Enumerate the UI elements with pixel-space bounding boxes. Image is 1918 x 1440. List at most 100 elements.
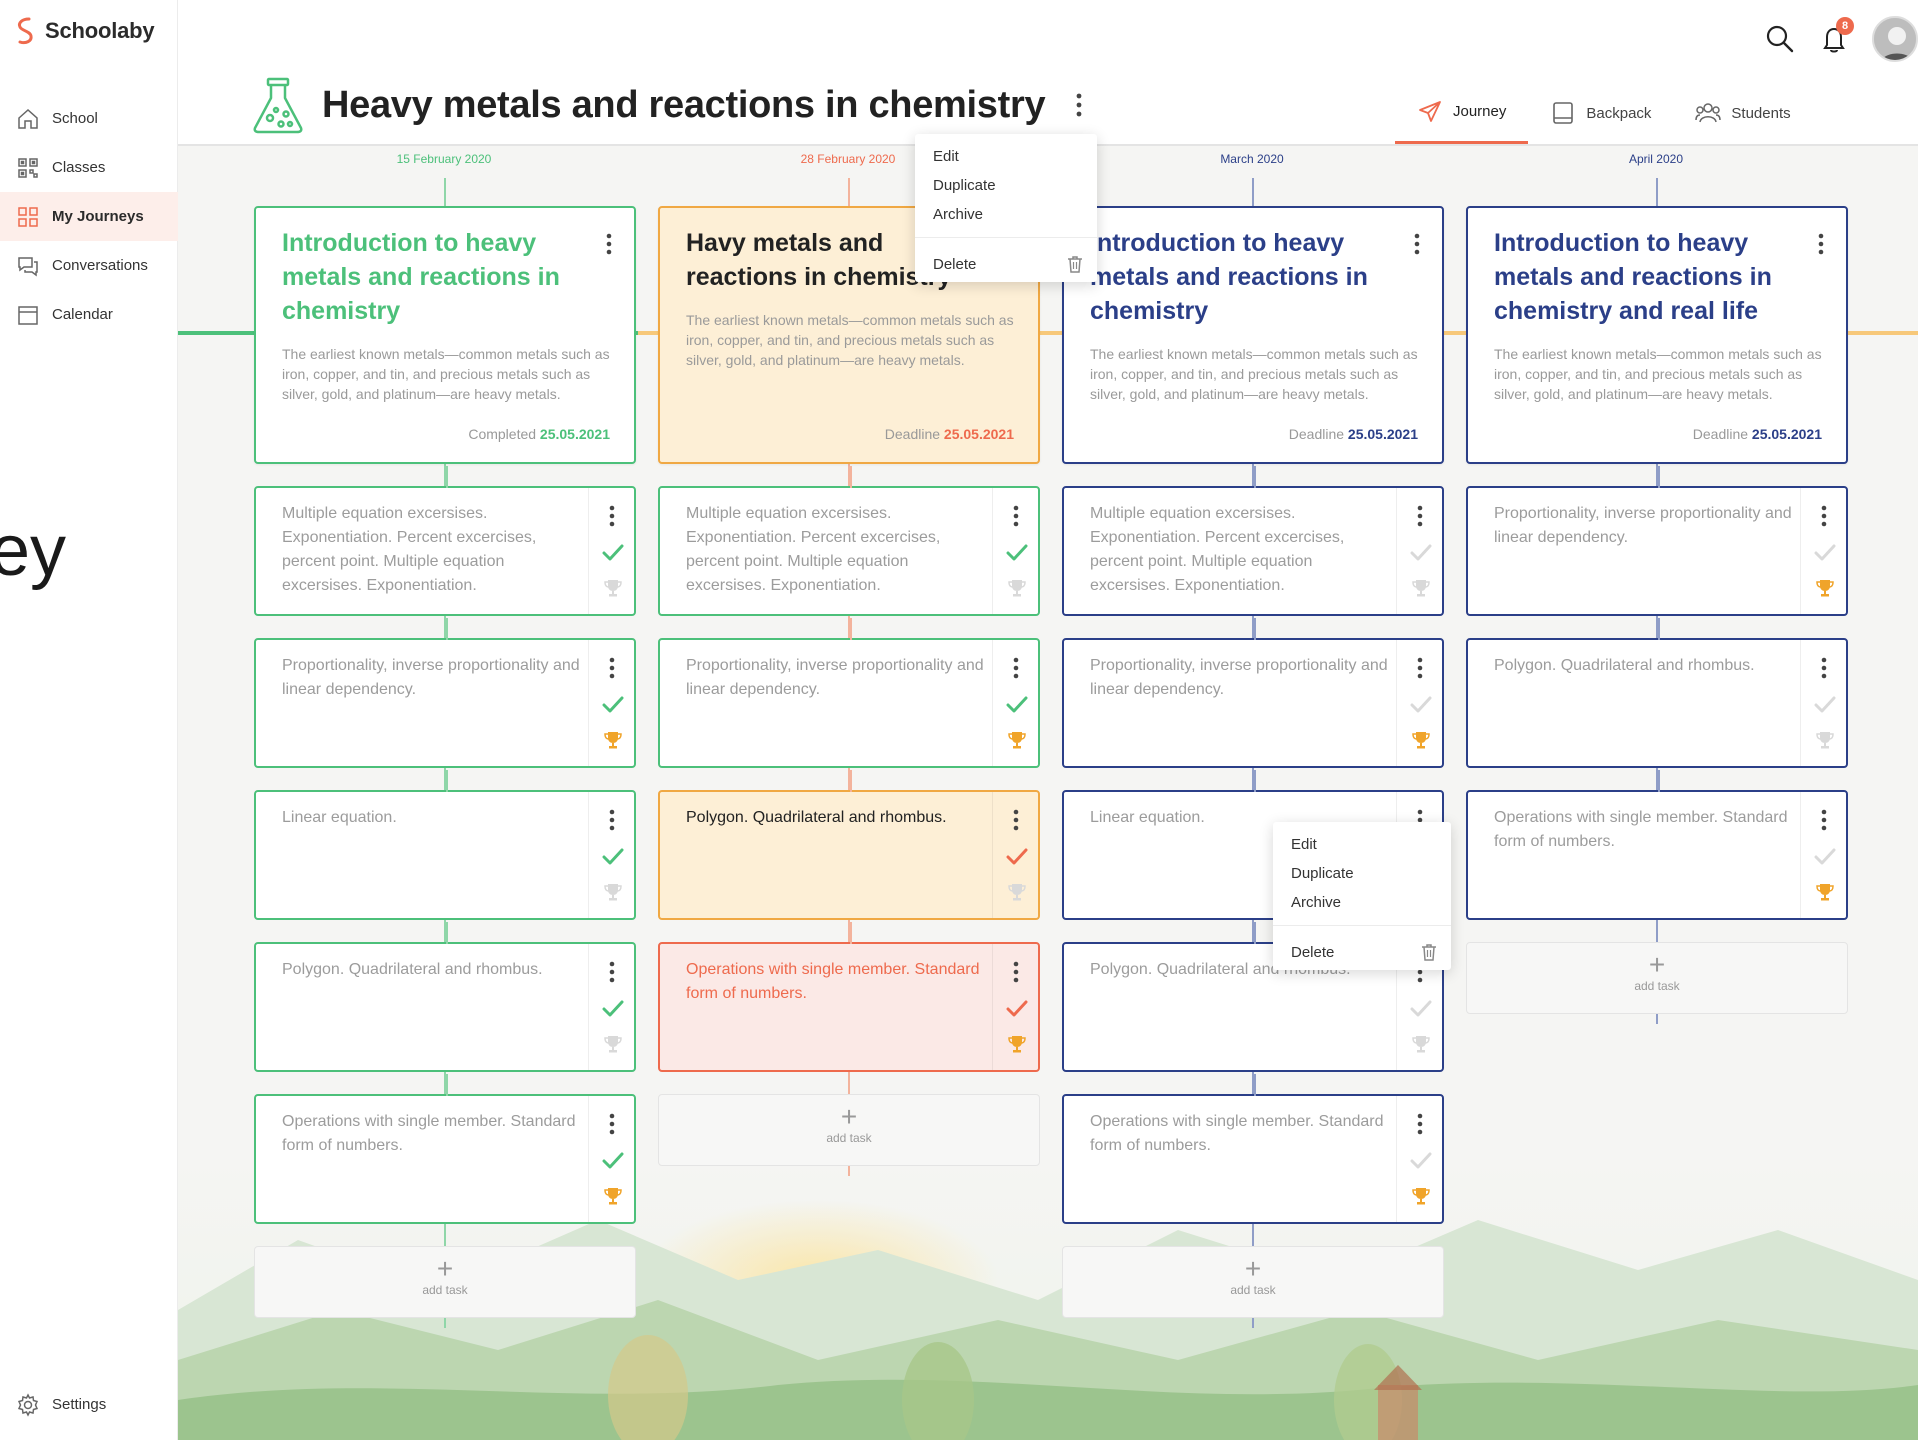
task-card[interactable]: Multiple equation excersises. Exponentia…: [254, 466, 636, 616]
milestone-card[interactable]: Introduction to heavy metals and reactio…: [254, 206, 636, 464]
task-card[interactable]: Polygon. Quadrilateral and rhombus.: [1466, 618, 1848, 768]
sidebar-item-my-journeys[interactable]: My Journeys: [0, 192, 178, 241]
task-more-icon[interactable]: [1011, 960, 1021, 984]
task-card[interactable]: Proportionality, inverse proportionality…: [254, 618, 636, 768]
search-button[interactable]: [1764, 23, 1796, 55]
task-actions: [1396, 488, 1442, 614]
home-icon: [18, 108, 38, 129]
milestone-title: Introduction to heavy metals and reactio…: [1090, 229, 1368, 325]
task-card[interactable]: Operations with single member. Standard …: [658, 922, 1040, 1072]
task-card[interactable]: Polygon. Quadrilateral and rhombus.: [658, 770, 1040, 920]
milestone-card[interactable]: Introduction to heavy metals and reactio…: [1062, 206, 1444, 464]
sidebar-item-settings[interactable]: Settings: [0, 1380, 178, 1429]
trophy-icon: [1816, 884, 1834, 901]
milestone-description: The earliest known metals—common metals …: [282, 346, 610, 402]
sidebar-item-calendar[interactable]: Calendar: [0, 290, 178, 339]
milestone-card[interactable]: Introduction to heavy metals and reactio…: [1466, 206, 1848, 464]
task-connector: [850, 922, 852, 944]
tab-students[interactable]: Students: [1673, 82, 1812, 144]
user-avatar[interactable]: [1872, 16, 1918, 62]
task-card[interactable]: Polygon. Quadrilateral and rhombus.: [254, 922, 636, 1072]
task-connector: [446, 770, 448, 792]
add-task-label: add task: [1230, 1283, 1276, 1297]
sidebar-item-conversations[interactable]: Conversations: [0, 241, 178, 290]
trash-icon: [1068, 256, 1082, 273]
task-connector: [1254, 618, 1256, 640]
journey-more-icon[interactable]: [1073, 92, 1085, 118]
menu-edit[interactable]: Edit: [915, 142, 1097, 171]
task-actions: [992, 640, 1038, 766]
tab-label: Journey: [1453, 103, 1507, 120]
task-more-icon[interactable]: [607, 960, 617, 984]
task-card[interactable]: Proportionality, inverse proportionality…: [1062, 618, 1444, 768]
tab-backpack[interactable]: Backpack: [1528, 82, 1673, 144]
check-icon: [1006, 696, 1028, 713]
notifications-button[interactable]: 8: [1818, 17, 1854, 55]
milestone-more-icon[interactable]: [1412, 232, 1422, 256]
add-task-label: add task: [826, 1131, 872, 1145]
task-actions: [1396, 1096, 1442, 1222]
add-task-button[interactable]: + add task: [1466, 942, 1848, 1014]
milestone-more-icon[interactable]: [604, 232, 614, 256]
add-task-button[interactable]: + add task: [1062, 1246, 1444, 1318]
tab-journey[interactable]: Journey: [1395, 82, 1529, 144]
menu-archive[interactable]: Archive: [915, 200, 1097, 229]
menu-delete[interactable]: Delete: [1273, 934, 1451, 970]
logo[interactable]: Schoolaby: [14, 16, 155, 46]
task-text: Linear equation.: [282, 809, 397, 826]
check-icon: [602, 1152, 624, 1169]
task-more-icon[interactable]: [1011, 808, 1021, 832]
trash-icon: [1422, 944, 1436, 961]
task-more-icon[interactable]: [1415, 1112, 1425, 1136]
milestone-date: March 2020: [1220, 152, 1284, 166]
sidebar-nav: School Classes My Journeys Conversations…: [0, 94, 178, 339]
task-more-icon[interactable]: [607, 808, 617, 832]
main-area: 8 Heavy metals and reactions in chemistr…: [178, 0, 1918, 1440]
task-more-icon[interactable]: [607, 656, 617, 680]
task-actions: [1800, 792, 1846, 918]
task-card[interactable]: Operations with single member. Standard …: [254, 1074, 636, 1224]
task-card[interactable]: Linear equation.: [254, 770, 636, 920]
backpack-icon: [1553, 102, 1574, 124]
menu-archive[interactable]: Archive: [1273, 888, 1451, 917]
milestone-more-icon[interactable]: [1816, 232, 1826, 256]
task-card[interactable]: Multiple equation excersises. Exponentia…: [658, 466, 1040, 616]
task-card[interactable]: Proportionality, inverse proportionality…: [1466, 466, 1848, 616]
menu-edit[interactable]: Edit: [1273, 830, 1451, 859]
task-more-icon[interactable]: [607, 504, 617, 528]
milestone-description: The earliest known metals—common metals …: [686, 312, 1014, 368]
sidebar-settings: Settings: [0, 1380, 178, 1429]
task-text: Polygon. Quadrilateral and rhombus.: [686, 809, 947, 826]
task-connector: [446, 1074, 448, 1096]
task-text: Proportionality, inverse proportionality…: [1494, 505, 1792, 546]
task-card[interactable]: Operations with single member. Standard …: [1466, 770, 1848, 920]
task-more-icon[interactable]: [1819, 808, 1829, 832]
task-card[interactable]: Proportionality, inverse proportionality…: [658, 618, 1040, 768]
task-connector: [1254, 1074, 1256, 1096]
task-actions: [588, 488, 634, 614]
status-label: Deadline: [884, 426, 941, 442]
task-more-icon[interactable]: [1415, 504, 1425, 528]
task-actions: [992, 792, 1038, 918]
task-card[interactable]: Operations with single member. Standard …: [1062, 1074, 1444, 1224]
flask-icon: [253, 77, 303, 134]
task-card[interactable]: Multiple equation excersises. Exponentia…: [1062, 466, 1444, 616]
task-more-icon[interactable]: [1011, 504, 1021, 528]
task-more-icon[interactable]: [1415, 656, 1425, 680]
task-more-icon[interactable]: [1011, 656, 1021, 680]
sidebar-item-school[interactable]: School: [0, 94, 178, 143]
task-more-icon[interactable]: [607, 1112, 617, 1136]
menu-duplicate[interactable]: Duplicate: [1273, 859, 1451, 888]
add-task-button[interactable]: + add task: [254, 1246, 636, 1318]
milestone-date: April 2020: [1628, 152, 1684, 166]
gear-icon: [17, 1392, 39, 1417]
task-connector: [1254, 466, 1256, 488]
menu-delete[interactable]: Delete: [915, 246, 1097, 282]
trophy-icon: [1816, 580, 1834, 597]
add-task-button[interactable]: + add task: [658, 1094, 1040, 1166]
task-more-icon[interactable]: [1819, 656, 1829, 680]
sidebar-item-classes[interactable]: Classes: [0, 143, 178, 192]
task-actions: [992, 488, 1038, 614]
task-more-icon[interactable]: [1819, 504, 1829, 528]
menu-duplicate[interactable]: Duplicate: [915, 171, 1097, 200]
